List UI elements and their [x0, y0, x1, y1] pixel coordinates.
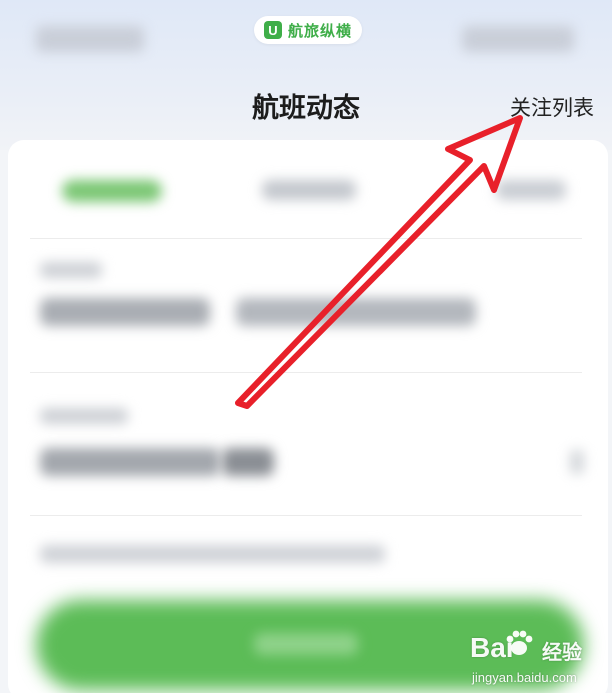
paw-icon — [506, 630, 533, 655]
hint-text — [40, 545, 385, 563]
logo-icon: U — [263, 21, 282, 39]
field-label — [40, 262, 102, 278]
chevron-right-icon[interactable] — [570, 450, 584, 474]
watermark-sub: 经验 — [542, 640, 582, 664]
field-value[interactable] — [236, 298, 476, 326]
follow-list-link[interactable]: 关注列表 — [510, 92, 594, 122]
baidu-watermark: Bai 经验 jingyan.baidu.com — [462, 626, 607, 690]
field-value[interactable] — [40, 298, 210, 326]
watermark-url: jingyan.baidu.com — [472, 670, 577, 685]
tab-active[interactable] — [62, 180, 162, 202]
divider — [30, 372, 582, 373]
date-label — [40, 408, 128, 424]
divider — [30, 238, 582, 239]
tab-third[interactable] — [496, 180, 566, 200]
date-weekday — [222, 448, 274, 476]
date-value[interactable] — [40, 448, 220, 476]
divider — [30, 515, 582, 516]
search-button-label — [254, 633, 358, 655]
status-bar-time — [36, 26, 144, 52]
logo-text: 航旅纵横 — [287, 21, 352, 40]
app-logo: U 航旅纵横 — [254, 16, 362, 44]
status-bar-indicators — [462, 26, 574, 52]
tab-second[interactable] — [262, 180, 356, 200]
